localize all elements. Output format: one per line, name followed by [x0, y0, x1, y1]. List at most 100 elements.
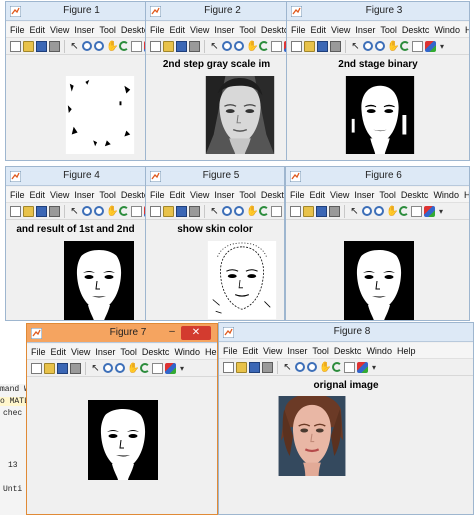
- menu-item[interactable]: Inser: [287, 343, 307, 358]
- figure-canvas[interactable]: [286, 221, 469, 320]
- menu-item[interactable]: Tool: [312, 343, 329, 358]
- rotate-3d-icon[interactable]: [259, 41, 269, 51]
- menu-item[interactable]: Desktc: [121, 187, 145, 202]
- figure-canvas[interactable]: 2nd stage binary: [287, 56, 469, 160]
- brush-icon[interactable]: [165, 363, 176, 374]
- open-file-icon[interactable]: [303, 206, 314, 217]
- new-figure-icon[interactable]: [223, 362, 234, 373]
- pointer-arrow-icon[interactable]: ↖: [209, 41, 220, 52]
- menu-item[interactable]: File: [150, 22, 165, 37]
- pointer-arrow-icon[interactable]: ↖: [90, 363, 101, 374]
- figure-window[interactable]: Figure 3 File Edit View Inser Tool Desktc Windo…: [286, 1, 470, 161]
- figure-window[interactable]: Figure 2FileEditViewInserToolDesktcWi↖✋▾…: [145, 1, 288, 161]
- zoom-out-icon[interactable]: [375, 41, 385, 51]
- menu-item[interactable]: Edit: [51, 344, 67, 359]
- open-file-icon[interactable]: [304, 41, 315, 52]
- zoom-in-icon[interactable]: [295, 362, 305, 372]
- brush-icon[interactable]: [425, 41, 436, 52]
- figure-window[interactable]: Figure 4FileEditViewInserToolDesktcWi↖✋▾…: [5, 166, 146, 321]
- print-icon[interactable]: [49, 206, 60, 217]
- chevron-down-icon[interactable]: ▾: [178, 363, 186, 374]
- figure-window[interactable]: Figure 5FileEditViewInserToolDesktcWi↖✋▾…: [145, 166, 285, 321]
- save-icon[interactable]: [36, 206, 47, 217]
- menu-item[interactable]: Desktc: [142, 344, 170, 359]
- pointer-arrow-icon[interactable]: ↖: [349, 206, 360, 217]
- new-figure-icon[interactable]: [10, 41, 21, 52]
- menu-item[interactable]: Desktc: [261, 187, 284, 202]
- open-file-icon[interactable]: [163, 41, 174, 52]
- menu-item[interactable]: File: [31, 344, 46, 359]
- menu-item[interactable]: Inser: [74, 22, 94, 37]
- zoom-out-icon[interactable]: [234, 206, 244, 216]
- save-icon[interactable]: [57, 363, 68, 374]
- print-icon[interactable]: [70, 363, 81, 374]
- new-figure-icon[interactable]: [150, 41, 161, 52]
- pointer-arrow-icon[interactable]: ↖: [209, 206, 220, 217]
- menu-item[interactable]: View: [331, 22, 350, 37]
- save-icon[interactable]: [249, 362, 260, 373]
- menu-item[interactable]: Desktc: [121, 22, 145, 37]
- figure-canvas[interactable]: 2nd step gray scale im: [146, 56, 287, 160]
- window-titlebar[interactable]: Figure 6: [286, 167, 469, 186]
- chevron-down-icon[interactable]: ▾: [370, 362, 378, 373]
- menu-item[interactable]: Help: [397, 343, 416, 358]
- menu-item[interactable]: View: [263, 343, 282, 358]
- menu-item[interactable]: View: [190, 22, 209, 37]
- zoom-out-icon[interactable]: [94, 206, 104, 216]
- menu-item[interactable]: Edit: [170, 187, 186, 202]
- menu-item[interactable]: Desktc: [334, 343, 362, 358]
- menu-item[interactable]: Edit: [310, 187, 326, 202]
- menu-item[interactable]: Windo: [433, 187, 459, 202]
- menu-item[interactable]: Inser: [214, 22, 234, 37]
- new-figure-icon[interactable]: [31, 363, 42, 374]
- menu-item[interactable]: Tool: [99, 187, 116, 202]
- window-titlebar[interactable]: Figure 7– ✕: [27, 324, 217, 343]
- window-titlebar[interactable]: Figure 4: [6, 167, 145, 186]
- data-cursor-icon[interactable]: [152, 363, 163, 374]
- chevron-down-icon[interactable]: ▾: [437, 206, 445, 217]
- window-titlebar[interactable]: Figure 3: [287, 2, 469, 21]
- rotate-3d-icon[interactable]: [119, 41, 129, 51]
- menu-item[interactable]: View: [190, 187, 209, 202]
- menu-item[interactable]: Edit: [170, 22, 186, 37]
- menu-item[interactable]: Tool: [380, 22, 397, 37]
- menu-item[interactable]: File: [150, 187, 165, 202]
- pan-hand-icon[interactable]: ✋: [246, 206, 258, 217]
- save-icon[interactable]: [36, 41, 47, 52]
- menu-item[interactable]: Desktc: [261, 22, 287, 37]
- pan-hand-icon[interactable]: ✋: [106, 206, 118, 217]
- rotate-3d-icon[interactable]: [140, 363, 150, 373]
- menu-item[interactable]: Windo: [174, 344, 200, 359]
- rotate-3d-icon[interactable]: [119, 206, 129, 216]
- window-titlebar[interactable]: Figure 2: [146, 2, 287, 21]
- new-figure-icon[interactable]: [291, 41, 302, 52]
- menu-item[interactable]: Tool: [379, 187, 396, 202]
- menu-item[interactable]: Desktc: [402, 22, 430, 37]
- open-file-icon[interactable]: [236, 362, 247, 373]
- new-figure-icon[interactable]: [150, 206, 161, 217]
- figure-window[interactable]: Figure 7– ✕ File Edit View Inser Tool Desktc Win…: [26, 323, 218, 515]
- data-cursor-icon[interactable]: [412, 41, 423, 52]
- save-icon[interactable]: [316, 206, 327, 217]
- menu-item[interactable]: Tool: [120, 344, 137, 359]
- save-icon[interactable]: [176, 41, 187, 52]
- print-icon[interactable]: [189, 206, 200, 217]
- print-icon[interactable]: [329, 206, 340, 217]
- zoom-in-icon[interactable]: [222, 41, 232, 51]
- zoom-in-icon[interactable]: [362, 206, 372, 216]
- pan-hand-icon[interactable]: ✋: [127, 363, 139, 374]
- menu-item[interactable]: File: [10, 187, 25, 202]
- zoom-out-icon[interactable]: [234, 41, 244, 51]
- menu-item[interactable]: Edit: [30, 187, 46, 202]
- pan-hand-icon[interactable]: ✋: [386, 206, 398, 217]
- save-icon[interactable]: [317, 41, 328, 52]
- print-icon[interactable]: [330, 41, 341, 52]
- print-icon[interactable]: [262, 362, 273, 373]
- figure-window[interactable]: Figure 1FileEditViewInserToolDesktcWi↖✋▾: [5, 1, 146, 161]
- menu-item[interactable]: Help: [205, 344, 217, 359]
- menu-item[interactable]: Inser: [355, 22, 375, 37]
- open-file-icon[interactable]: [23, 206, 34, 217]
- open-file-icon[interactable]: [23, 41, 34, 52]
- menu-item[interactable]: View: [50, 187, 69, 202]
- data-cursor-icon[interactable]: [271, 41, 282, 52]
